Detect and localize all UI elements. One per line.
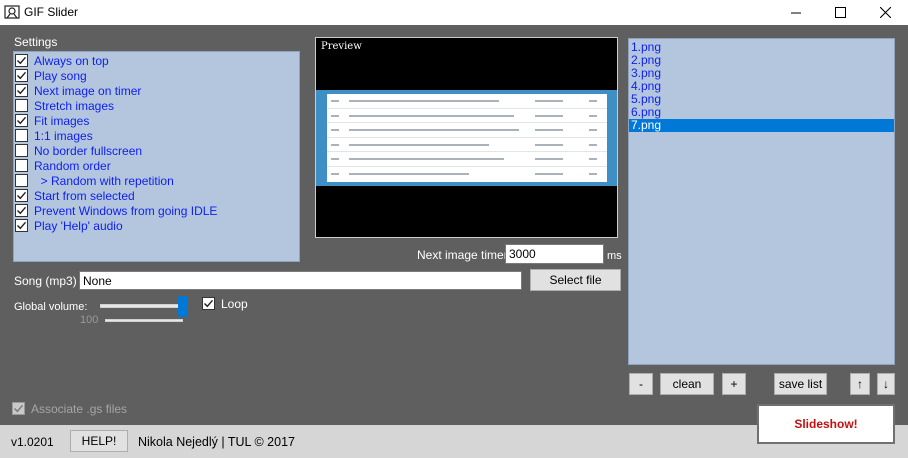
setting-label: > Random with repetition — [34, 173, 174, 188]
setting-item[interactable]: Stretch images — [14, 98, 299, 113]
setting-label: Next image on timer — [34, 83, 142, 98]
slideshow-button[interactable]: Slideshow! — [757, 404, 895, 444]
add-image-button[interactable]: + — [722, 373, 746, 395]
settings-label: Settings — [14, 35, 58, 49]
volume-label: Global volume: — [14, 301, 88, 313]
setting-label: Start from selected — [34, 188, 135, 203]
main-panel: Settings Always on top Play song Next imag… — [0, 25, 908, 425]
gif-slider-icon — [4, 4, 20, 20]
setting-item[interactable]: 1:1 images — [14, 128, 299, 143]
setting-item[interactable]: No border fullscreen — [14, 143, 299, 158]
setting-label: No border fullscreen — [34, 143, 143, 158]
checkbox-unchecked[interactable] — [15, 159, 28, 172]
volume-value: 100 — [80, 314, 99, 326]
minimize-icon — [790, 12, 801, 13]
setting-label: Always on top — [34, 53, 109, 68]
list-item[interactable]: 4.png — [629, 80, 894, 93]
setting-label: Random order — [34, 158, 111, 173]
timer-input[interactable]: 3000 — [505, 244, 604, 264]
remove-image-button[interactable]: - — [629, 373, 653, 395]
maximize-icon — [835, 7, 846, 18]
setting-item[interactable]: Play 'Help' audio — [14, 218, 299, 233]
checkbox-unchecked[interactable] — [15, 129, 28, 142]
checkbox-checked[interactable] — [15, 54, 28, 67]
setting-item[interactable]: Always on top — [14, 53, 299, 68]
list-item[interactable]: 5.png — [629, 93, 894, 106]
list-item[interactable]: 2.png — [629, 54, 894, 67]
checkbox-unchecked[interactable] — [15, 174, 28, 187]
credits-label: Nikola Nejedlý | TUL © 2017 — [138, 435, 295, 449]
image-list[interactable]: 1.png 2.png 3.png 4.png 5.png 6.png 7.png — [628, 38, 895, 365]
setting-item[interactable]: Prevent Windows from going IDLE — [14, 203, 299, 218]
checkbox-unchecked[interactable] — [15, 99, 28, 112]
save-list-button[interactable]: save list — [774, 373, 827, 395]
setting-item[interactable]: Random order — [14, 158, 299, 173]
title-bar: GIF Slider — [0, 0, 908, 25]
checkbox-unchecked[interactable] — [15, 144, 28, 157]
help-button[interactable]: HELP! — [70, 430, 128, 452]
minimize-button[interactable] — [773, 0, 818, 25]
volume-secondary-track — [105, 319, 183, 322]
close-button[interactable] — [863, 0, 908, 25]
list-item[interactable]: 3.png — [629, 67, 894, 80]
setting-label: Fit images — [34, 113, 90, 128]
timer-label: Next image timer — [417, 248, 508, 262]
checkbox-checked[interactable] — [15, 219, 28, 232]
setting-label: Play 'Help' audio — [34, 218, 123, 233]
version-label: v1.0201 — [11, 435, 54, 449]
checkbox-checked[interactable] — [15, 204, 28, 217]
timer-unit: ms — [607, 250, 622, 262]
checkbox-checked[interactable] — [15, 84, 28, 97]
preview-panel: Preview — [315, 37, 618, 238]
select-file-button[interactable]: Select file — [530, 269, 621, 291]
song-field[interactable]: None — [79, 271, 522, 290]
loop-checkbox[interactable] — [202, 297, 215, 310]
associate-label: Associate .gs files — [31, 402, 128, 416]
list-item[interactable]: 1.png — [629, 41, 894, 54]
setting-item[interactable]: Next image on timer — [14, 83, 299, 98]
setting-item[interactable]: Fit images — [14, 113, 299, 128]
close-icon — [880, 7, 891, 18]
setting-item[interactable]: Play song — [14, 68, 299, 83]
list-item[interactable]: 7.png — [629, 119, 894, 132]
preview-image — [316, 90, 617, 186]
song-label: Song (mp3) — [14, 274, 77, 288]
setting-label: 1:1 images — [34, 128, 93, 143]
associate-checkbox[interactable] — [12, 402, 25, 415]
volume-slider-track[interactable] — [100, 304, 188, 308]
setting-label: Play song — [34, 68, 87, 83]
checkbox-checked[interactable] — [15, 69, 28, 82]
setting-item[interactable]: > Random with repetition — [14, 173, 299, 188]
settings-list: Always on top Play song Next image on time… — [13, 51, 300, 262]
checkbox-checked[interactable] — [15, 189, 28, 202]
preview-label: Preview — [321, 41, 362, 52]
maximize-button[interactable] — [818, 0, 863, 25]
list-item[interactable]: 6.png — [629, 106, 894, 119]
window-title: GIF Slider — [24, 5, 79, 19]
loop-label: Loop — [221, 297, 248, 311]
volume-slider-thumb[interactable] — [178, 296, 188, 317]
setting-label: Stretch images — [34, 98, 115, 113]
move-up-button[interactable]: ↑ — [850, 373, 870, 395]
setting-label: Prevent Windows from going IDLE — [34, 203, 218, 218]
setting-item[interactable]: Start from selected — [14, 188, 299, 203]
clean-list-button[interactable]: clean — [660, 373, 714, 395]
checkbox-checked[interactable] — [15, 114, 28, 127]
move-down-button[interactable]: ↓ — [877, 373, 895, 395]
